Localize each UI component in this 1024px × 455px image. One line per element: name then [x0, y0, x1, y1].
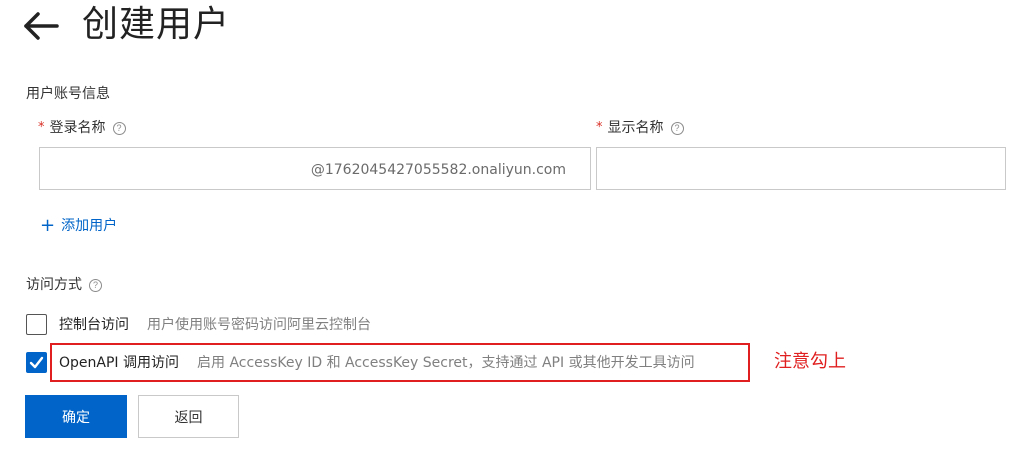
option-console-access[interactable]: 控制台访问 用户使用账号密码访问阿里云控制台 — [26, 314, 371, 335]
section-label-account-info: 用户账号信息 — [26, 86, 110, 102]
annotation-note: 注意勾上 — [774, 351, 846, 372]
display-name-label-text: 显示名称 — [607, 120, 664, 136]
display-name-field[interactable] — [596, 147, 1006, 190]
add-user-label: 添加用户 — [61, 218, 118, 234]
question-circle-icon[interactable]: ? — [89, 278, 102, 292]
login-domain-suffix: @1762045427055582.onaliyun.com — [310, 162, 566, 178]
page-title: 创建用户 — [82, 4, 231, 45]
login-name-label-text: 登录名称 — [49, 120, 106, 136]
option-title[interactable]: 控制台访问 — [59, 315, 129, 335]
section-label-access-method: 访问方式 ? — [26, 275, 102, 295]
login-name-field[interactable]: @1762045427055582.onaliyun.com — [39, 147, 591, 190]
required-mark: * — [38, 120, 45, 135]
display-name-input[interactable] — [597, 148, 1005, 189]
required-mark: * — [596, 120, 603, 135]
option-description: 用户使用账号密码访问阿里云控制台 — [147, 316, 371, 333]
login-name-input[interactable] — [40, 148, 300, 189]
back-button[interactable]: 返回 — [138, 395, 239, 438]
annotation-highlight-box — [50, 343, 750, 382]
login-name-label: * 登录名称 ? — [38, 118, 126, 138]
add-user-button[interactable]: + 添加用户 — [40, 216, 117, 236]
arrow-left-icon[interactable] — [22, 8, 62, 44]
confirm-button[interactable]: 确定 — [25, 395, 127, 438]
question-circle-icon[interactable]: ? — [112, 121, 126, 135]
openapi-access-checkbox[interactable] — [26, 352, 47, 373]
checkmark-icon — [29, 356, 44, 369]
access-method-label-text: 访问方式 — [26, 277, 82, 293]
plus-icon: + — [40, 215, 56, 236]
display-name-label: * 显示名称 ? — [596, 118, 684, 138]
question-circle-icon[interactable]: ? — [670, 121, 684, 135]
console-access-checkbox[interactable] — [26, 314, 47, 335]
